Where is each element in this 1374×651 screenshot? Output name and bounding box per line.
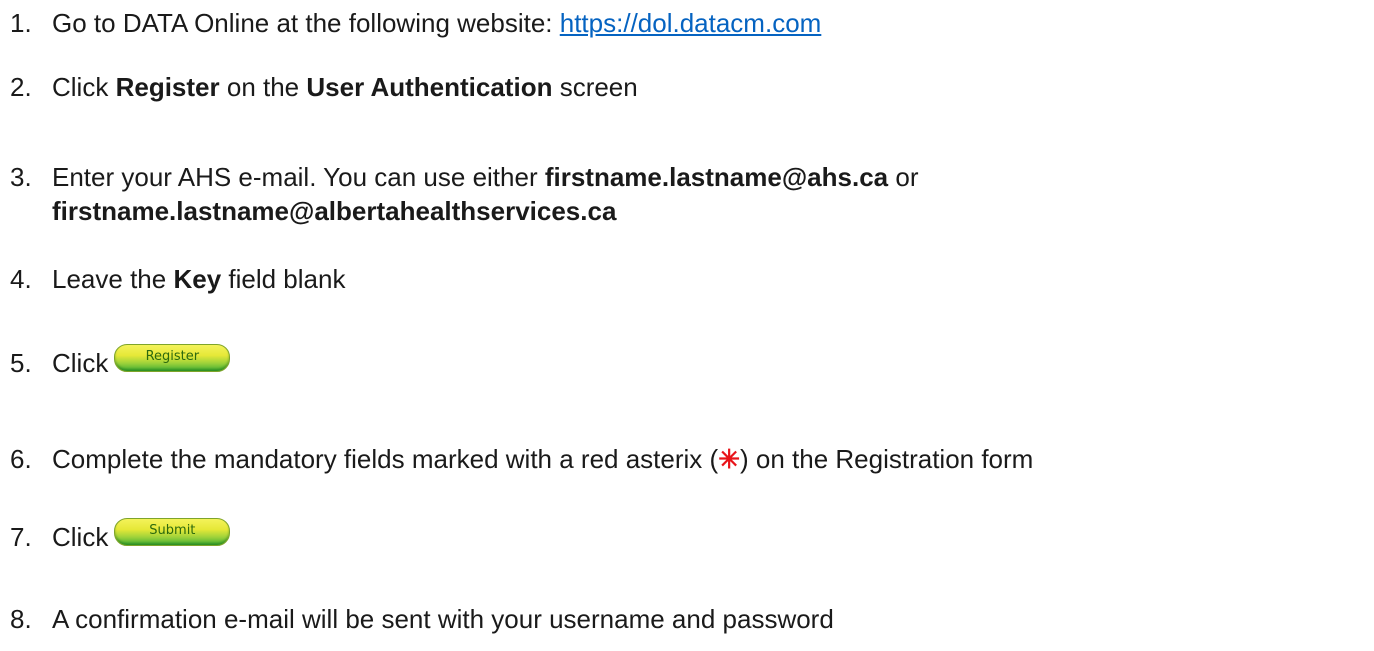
step-text: Click bbox=[52, 348, 109, 378]
email-format-ahs: firstname.lastname@ahs.ca bbox=[544, 162, 889, 192]
step-number: 8. bbox=[10, 604, 32, 634]
step-3: 3. Enter your AHS e-mail. You can use eit… bbox=[10, 160, 918, 194]
step-number: 2. bbox=[10, 72, 32, 102]
step-text: or bbox=[895, 162, 919, 192]
step-number: 7. bbox=[10, 522, 32, 552]
step-1: 1. Go to DATA Online at the following web… bbox=[10, 6, 821, 40]
step-text: Click bbox=[52, 522, 109, 552]
step-text: Click bbox=[52, 72, 109, 102]
step-number: 3. bbox=[10, 162, 32, 192]
data-online-link[interactable]: https://dol.datacm.com bbox=[560, 8, 822, 38]
key-field-emphasis: Key bbox=[173, 264, 222, 294]
step-4: 4. Leave the Key field blank bbox=[10, 262, 345, 296]
step-5: 5. Click Register bbox=[10, 344, 231, 380]
step-text: on the bbox=[226, 72, 300, 102]
red-asterisk-icon: ✳ bbox=[718, 444, 740, 474]
email-format-albertahealthservices: firstname.lastname@albertahealthservices… bbox=[52, 196, 617, 226]
step-text: ) on the Registration form bbox=[739, 444, 1034, 474]
register-emphasis: Register bbox=[115, 72, 220, 102]
step-text: field blank bbox=[228, 264, 346, 294]
step-6: 6. Complete the mandatory fields marked w… bbox=[10, 442, 1033, 476]
step-number: 5. bbox=[10, 348, 32, 378]
step-7: 7. Click Submit bbox=[10, 518, 231, 554]
step-text: Enter your AHS e-mail. You can use eithe… bbox=[52, 162, 538, 192]
submit-button-image: Submit bbox=[114, 518, 231, 546]
step-text: Complete the mandatory fields marked wit… bbox=[52, 444, 719, 474]
step-number: 4. bbox=[10, 264, 32, 294]
step-2: 2. Click Register on the User Authenticat… bbox=[10, 70, 638, 104]
step-number: 1. bbox=[10, 8, 32, 38]
step-number: 6. bbox=[10, 444, 32, 474]
user-authentication-emphasis: User Authentication bbox=[306, 72, 553, 102]
step-3-continued: firstname.lastname@albertahealthservices… bbox=[10, 194, 616, 228]
step-text: A confirmation e-mail will be sent with … bbox=[52, 604, 834, 634]
register-button-image: Register bbox=[114, 344, 231, 372]
step-text: screen bbox=[559, 72, 638, 102]
step-text: Go to DATA Online at the following websi… bbox=[52, 8, 553, 38]
step-8: 8. A confirmation e-mail will be sent wit… bbox=[10, 602, 834, 636]
step-text: Leave the bbox=[52, 264, 167, 294]
